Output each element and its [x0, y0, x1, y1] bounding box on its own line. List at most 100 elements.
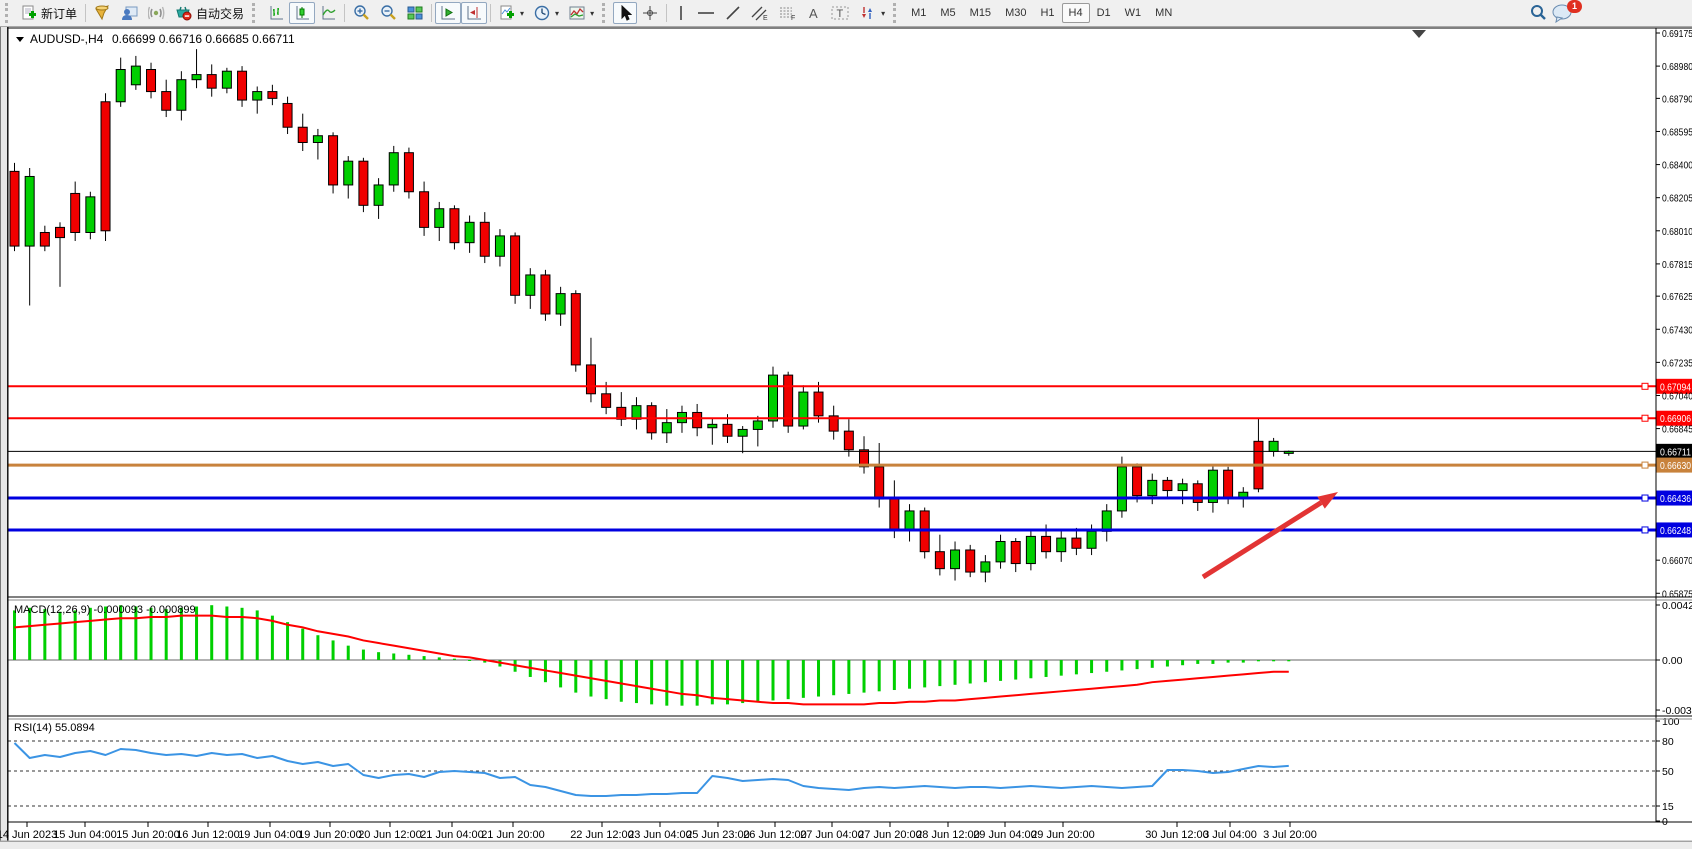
macd-histogram-bar [286, 622, 289, 660]
price-badge-label: 0.66711 [1660, 446, 1691, 458]
price-tick-label: 0.65875 [1662, 588, 1692, 600]
candle-body [1269, 441, 1278, 451]
candle-body [738, 429, 747, 436]
time-tick-label: 27 Jun 04:00 [800, 829, 864, 841]
macd-histogram-bar [392, 653, 395, 660]
chart-window[interactable]: AUDUSD-,H4 0.66699 0.66716 0.66685 0.6671… [0, 0, 1692, 849]
candle-body [207, 75, 216, 89]
symbol-dropdown-icon[interactable] [16, 37, 24, 42]
price-tick-label: 0.67430 [1662, 324, 1692, 336]
price-badge-label: 0.66248 [1660, 525, 1691, 537]
candle-body [495, 236, 504, 256]
macd-histogram-bar [1045, 660, 1048, 677]
time-tick-label: 26 Jun 12:00 [743, 829, 807, 841]
macd-histogram-bar [1151, 660, 1154, 668]
candle-body [602, 394, 611, 408]
macd-histogram-bar [225, 607, 228, 660]
price-tick-label: 0.67625 [1662, 291, 1692, 303]
candle-body [844, 431, 853, 450]
macd-histogram-bar [863, 660, 866, 693]
arrow-annotation-head[interactable] [1317, 492, 1338, 509]
price-axis: 0.670940.669060.667110.666300.664360.662… [1656, 28, 1692, 828]
macd-panel[interactable]: MACD(12,26,9) -0.000093 -0.000899 [8, 604, 1656, 706]
macd-histogram-bar [726, 660, 729, 704]
candle-body [25, 176, 34, 246]
macd-tick-label: 0.004215 [1662, 600, 1692, 612]
candle-body [951, 550, 960, 569]
symbol-label: AUDUSD-,H4 [30, 32, 104, 46]
candle-body [1117, 467, 1126, 511]
candle-body [1042, 536, 1051, 551]
candle-body [253, 92, 262, 100]
macd-histogram-bar [1166, 660, 1169, 667]
candle-body [586, 365, 595, 394]
arrow-annotation[interactable] [1203, 503, 1321, 577]
macd-histogram-bar [210, 605, 213, 660]
candle-body [556, 294, 565, 314]
time-tick-label: 19 Jun 20:00 [298, 829, 362, 841]
time-tick-label: 21 Jun 20:00 [481, 829, 545, 841]
macd-histogram-bar [605, 660, 608, 699]
price-tick-label: 0.68980 [1662, 61, 1692, 73]
chart-shift-marker[interactable] [1412, 30, 1426, 38]
candle-body [177, 80, 186, 111]
candle-body [298, 127, 307, 142]
price-tick-label: 0.68010 [1662, 226, 1692, 238]
macd-histogram-bar [1181, 660, 1184, 665]
time-tick-label: 29 Jun 04:00 [973, 829, 1037, 841]
macd-histogram-bar [407, 655, 410, 660]
level-handle[interactable] [1642, 383, 1648, 389]
macd-histogram-bar [620, 660, 623, 702]
macd-histogram-bar [1227, 660, 1230, 663]
macd-histogram-bar [1060, 660, 1063, 676]
candle-body [662, 423, 671, 433]
macd-histogram-bar [1105, 660, 1108, 672]
trading-terminal-window: { "toolbar": { "new_order_label": "新订单",… [0, 0, 1692, 849]
main-chart-panel[interactable]: AUDUSD-,H4 0.66699 0.66716 0.66685 0.6671… [8, 30, 1656, 582]
macd-histogram-bar [377, 652, 380, 660]
candle-body [1148, 480, 1157, 495]
candle-body [1163, 480, 1172, 490]
rsi-panel[interactable]: RSI(14) 55.0894 [8, 722, 1656, 806]
candle-body [116, 70, 125, 102]
candle-body [313, 136, 322, 143]
macd-histogram-bar [984, 660, 987, 682]
level-handle[interactable] [1642, 495, 1648, 501]
candle-body [86, 197, 95, 233]
time-tick-label: 20 Jun 12:00 [358, 829, 422, 841]
time-tick-label: 15 Jun 04:00 [53, 829, 117, 841]
candle-body [571, 294, 580, 365]
candle-body [71, 193, 80, 232]
price-tick-label: 0.66845 [1662, 424, 1692, 436]
macd-histogram-bar [847, 660, 850, 694]
rsi-tick-label: 80 [1662, 736, 1674, 748]
price-tick-label: 0.67815 [1662, 259, 1692, 271]
candle-body [1102, 511, 1111, 531]
macd-histogram-bar [1287, 660, 1290, 661]
candle-body [511, 236, 520, 295]
level-handle[interactable] [1642, 462, 1648, 468]
macd-histogram-bar [635, 660, 638, 703]
candle-body [996, 541, 1005, 561]
macd-histogram-bar [999, 660, 1002, 681]
candle-body [905, 511, 914, 530]
level-handle[interactable] [1642, 415, 1648, 421]
ohlc-label: 0.66699 0.66716 0.66685 0.66711 [112, 32, 295, 46]
macd-histogram-bar [1136, 660, 1139, 669]
macd-histogram-bar [74, 610, 77, 660]
macd-histogram-bar [680, 660, 683, 706]
macd-histogram-bar [787, 660, 790, 699]
macd-histogram-bar [1075, 660, 1078, 674]
time-tick-label: 29 Jun 20:00 [1031, 829, 1095, 841]
macd-histogram-bar [362, 650, 365, 660]
candle-body [131, 66, 140, 85]
price-tick-label: 0.67235 [1662, 357, 1692, 369]
candle-body [541, 275, 550, 314]
candle-body [10, 171, 19, 246]
macd-histogram-bar [438, 657, 441, 660]
macd-histogram-bar [938, 660, 941, 686]
macd-histogram-bar [650, 660, 653, 704]
candle-body [450, 209, 459, 243]
level-handle[interactable] [1642, 527, 1648, 533]
candle-body [814, 392, 823, 416]
